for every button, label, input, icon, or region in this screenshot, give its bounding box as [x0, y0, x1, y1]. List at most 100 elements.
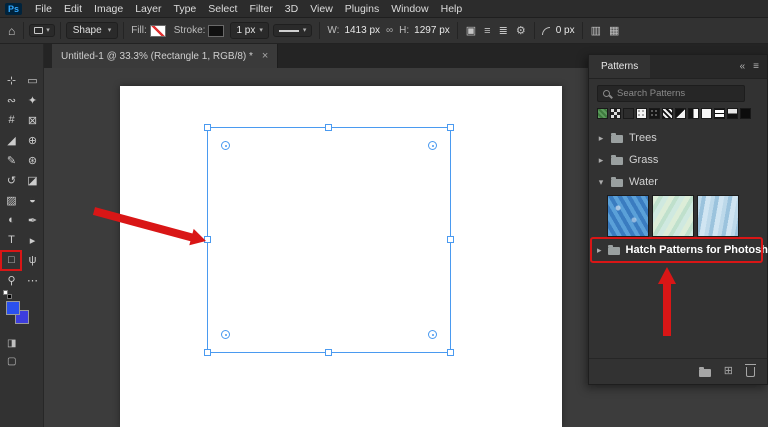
lasso-tool[interactable]: ∾ — [1, 90, 22, 110]
new-pattern-icon[interactable]: ⊞ — [724, 366, 733, 377]
menu-type[interactable]: Type — [167, 0, 202, 18]
pattern-swatch-green[interactable] — [597, 108, 608, 119]
path-alignment-icon[interactable]: ≡ — [484, 25, 490, 37]
menu-plugins[interactable]: Plugins — [339, 0, 385, 18]
handle-middle-right[interactable] — [447, 236, 454, 243]
path-operations-icon[interactable]: ▣ — [466, 24, 476, 37]
corner-radius-widget[interactable] — [221, 141, 230, 150]
workspace-grid-icon[interactable]: ▦ — [609, 24, 619, 37]
menu-file[interactable]: File — [29, 0, 58, 18]
menu-edit[interactable]: Edit — [58, 0, 88, 18]
pattern-swatch-black[interactable] — [740, 108, 751, 119]
handle-bottom-right[interactable] — [447, 349, 454, 356]
handle-top-left[interactable] — [204, 124, 211, 131]
menu-window[interactable]: Window — [385, 0, 434, 18]
pattern-group-hatch-patterns-for-photoshop[interactable]: ▸Hatch Patterns for Photoshop — [589, 239, 767, 261]
document-tab[interactable]: Untitled-1 @ 33.3% (Rectangle 1, RGB/8) … — [52, 44, 278, 68]
disclosure-icon[interactable]: ▸ — [597, 133, 605, 144]
corner-radius-input[interactable]: 0 px — [554, 25, 577, 36]
corner-radius-widget[interactable] — [428, 330, 437, 339]
fill-swatch[interactable] — [150, 25, 166, 37]
menu-help[interactable]: Help — [435, 0, 469, 18]
tool-mode-select[interactable]: Shape ▾ — [66, 22, 118, 39]
disclosure-icon[interactable]: ▸ — [597, 155, 605, 166]
healing-brush-tool[interactable]: ⊕ — [22, 130, 43, 150]
crop-tool[interactable]: # — [1, 110, 22, 130]
screen-mode-icon[interactable]: ▢ — [7, 356, 16, 367]
pattern-swatch-diag-stripes[interactable] — [662, 108, 673, 119]
new-group-icon[interactable] — [699, 369, 711, 377]
quick-mask-icon[interactable]: ◨ — [7, 338, 16, 349]
default-colors-icon[interactable] — [3, 290, 13, 300]
tool-preset-picker[interactable]: ▾ — [29, 24, 55, 37]
handle-top-middle[interactable] — [325, 124, 332, 131]
pattern-swatch-horiz-split[interactable] — [727, 108, 738, 119]
pen-tool[interactable]: ✒ — [22, 210, 43, 230]
water-pattern-blue[interactable] — [607, 195, 649, 237]
width-input[interactable]: 1413 px — [342, 25, 382, 36]
menu-layer[interactable]: Layer — [129, 0, 167, 18]
pattern-swatch-white[interactable] — [701, 108, 712, 119]
search-input[interactable] — [615, 87, 739, 100]
frame-tool[interactable]: ⊠ — [22, 110, 43, 130]
zoom-tool[interactable]: ⚲ — [1, 270, 22, 290]
gradient-tool[interactable]: ▨ — [1, 190, 22, 210]
corner-radius-widget[interactable] — [428, 141, 437, 150]
stroke-width-input[interactable]: 1 px ▾ — [230, 22, 268, 39]
path-arrangement-icon[interactable]: ≣ — [499, 24, 508, 37]
tab-patterns[interactable]: Patterns — [589, 55, 650, 78]
pattern-swatch-crosshatch[interactable] — [714, 108, 725, 119]
blur-tool[interactable]: ◒ — [22, 190, 43, 210]
pattern-swatch-diag-split[interactable] — [675, 108, 686, 119]
menu-3d[interactable]: 3D — [279, 0, 304, 18]
stroke-style-select[interactable]: ▾ — [273, 24, 313, 37]
rectangle-tool[interactable]: □ — [1, 250, 22, 270]
quick-selection-tool[interactable]: ✦ — [22, 90, 43, 110]
menu-select[interactable]: Select — [202, 0, 243, 18]
corner-radius-widget[interactable] — [221, 330, 230, 339]
clone-stamp-tool[interactable]: ⊛ — [22, 150, 43, 170]
pattern-group-grass[interactable]: ▸Grass — [589, 149, 767, 171]
eyedropper-tool[interactable]: ◢ — [1, 130, 22, 150]
collapse-panels-icon[interactable]: « — [740, 61, 746, 72]
rectangle-shape[interactable] — [207, 127, 451, 353]
type-tool[interactable]: T — [1, 230, 22, 250]
link-dimensions-icon[interactable]: ∞ — [382, 25, 397, 36]
pattern-group-water[interactable]: ▾Water — [589, 171, 767, 193]
pattern-swatch-checker[interactable] — [610, 108, 621, 119]
path-selection-tool[interactable]: ▸ — [22, 230, 43, 250]
water-pattern-pale-green[interactable] — [652, 195, 694, 237]
home-icon[interactable]: ⌂ — [5, 25, 18, 37]
panel-menu-icon[interactable]: ≡ — [753, 61, 759, 72]
trash-icon[interactable] — [746, 367, 755, 377]
handle-top-right[interactable] — [447, 124, 454, 131]
constrain-icon[interactable]: ▥ — [591, 24, 601, 37]
gear-icon[interactable]: ⚙ — [516, 24, 526, 37]
edit-toolbar-icon[interactable]: ⋯ — [22, 270, 43, 290]
move-tool[interactable]: ⊹ — [1, 70, 22, 90]
pattern-search[interactable] — [597, 85, 745, 102]
hand-tool[interactable]: ψ — [22, 250, 43, 270]
pattern-swatch-white-dots[interactable] — [636, 108, 647, 119]
handle-bottom-left[interactable] — [204, 349, 211, 356]
handle-bottom-middle[interactable] — [325, 349, 332, 356]
stroke-swatch[interactable] — [208, 25, 224, 37]
menu-view[interactable]: View — [304, 0, 339, 18]
eraser-tool[interactable]: ◪ — [22, 170, 43, 190]
pattern-group-trees[interactable]: ▸Trees — [589, 127, 767, 149]
dodge-tool[interactable]: ◐ — [1, 210, 22, 230]
menu-filter[interactable]: Filter — [243, 0, 278, 18]
menu-image[interactable]: Image — [88, 0, 129, 18]
height-input[interactable]: 1297 px — [412, 25, 452, 36]
disclosure-icon[interactable]: ▸ — [597, 245, 602, 256]
water-pattern-light-blue[interactable] — [697, 195, 739, 237]
pattern-swatch-black-dots[interactable] — [649, 108, 660, 119]
handle-middle-left[interactable] — [204, 236, 211, 243]
pattern-swatch-vert-split[interactable] — [688, 108, 699, 119]
close-icon[interactable]: × — [262, 50, 268, 62]
foreground-color-swatch[interactable] — [6, 301, 20, 315]
brush-tool[interactable]: ✎ — [1, 150, 22, 170]
history-brush-tool[interactable]: ↺ — [1, 170, 22, 190]
marquee-tool[interactable]: ▭ — [22, 70, 43, 90]
pattern-swatch-dark[interactable] — [623, 108, 634, 119]
